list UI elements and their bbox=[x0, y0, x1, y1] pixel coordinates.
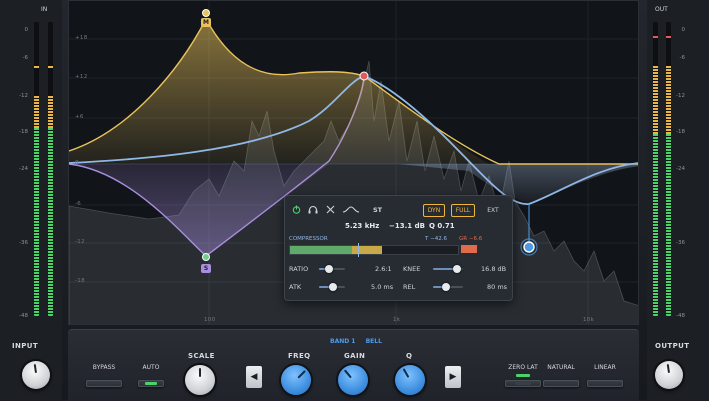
headphones-icon[interactable] bbox=[308, 205, 318, 214]
knee-label: KNEE bbox=[403, 265, 421, 273]
ratio-value[interactable]: 2.6:1 bbox=[375, 265, 392, 273]
q-knob-label: Q bbox=[406, 352, 413, 360]
bypass-label: BYPASS bbox=[92, 364, 116, 371]
ratio-slider[interactable] bbox=[319, 265, 345, 273]
prev-band-button[interactable]: ◀ bbox=[246, 366, 262, 388]
zero-latency-button[interactable] bbox=[505, 380, 541, 387]
compressor-label: COMPRESSOR bbox=[289, 236, 328, 242]
db-label-12: +12 bbox=[75, 74, 88, 80]
in-scale-18: -18 bbox=[19, 129, 28, 135]
gain-knob-label: GAIN bbox=[344, 352, 366, 360]
input-knob-label: INPUT bbox=[12, 342, 39, 350]
attack-slider[interactable] bbox=[319, 283, 345, 291]
out-scale-12: -12 bbox=[676, 93, 685, 99]
full-mode-button[interactable]: FULL bbox=[451, 204, 475, 217]
output-meter-bar-left bbox=[653, 22, 658, 316]
output-knob-label: OUTPUT bbox=[655, 342, 690, 350]
band-control-panel: BAND 1 BELL BYPASS AUTO SCALE ◀ FREQ GAI… bbox=[68, 329, 639, 401]
band-node-selected[interactable] bbox=[523, 241, 535, 253]
band-title-number: BAND 1 bbox=[330, 338, 356, 345]
band-node-red[interactable] bbox=[359, 71, 369, 81]
knee-value[interactable]: 16.8 dB bbox=[481, 265, 506, 273]
next-band-button[interactable]: ▶ bbox=[445, 366, 461, 388]
band-node-s[interactable] bbox=[202, 253, 210, 261]
zero-latency-indicator bbox=[516, 374, 530, 377]
chevron-left-icon: ◀ bbox=[250, 372, 258, 382]
auto-label: AUTO bbox=[142, 364, 160, 371]
in-scale-6: -6 bbox=[22, 55, 28, 61]
in-scale-0: 0 bbox=[24, 27, 29, 33]
in-scale-36: -36 bbox=[19, 240, 28, 246]
linear-phase-label: LINEAR bbox=[594, 364, 616, 371]
dyn-mode-button[interactable]: DYN bbox=[423, 204, 445, 217]
q-knob[interactable] bbox=[395, 365, 425, 395]
freq-knob[interactable] bbox=[281, 365, 311, 395]
in-scale-24: -24 bbox=[19, 166, 28, 172]
natural-phase-label: NATURAL bbox=[547, 364, 575, 371]
band-node-m[interactable] bbox=[202, 9, 210, 17]
out-scale-0: 0 bbox=[681, 27, 686, 33]
band-m-fill bbox=[69, 19, 489, 164]
output-meter-section: OUT 0 -6 -12 -18 -24 -36 -48 OUTPUT bbox=[647, 0, 709, 400]
out-scale-6: -6 bbox=[679, 55, 685, 61]
band-title-type: BELL bbox=[365, 338, 382, 345]
power-icon[interactable] bbox=[292, 205, 301, 214]
eq-plugin-window: IN 0 -6 -12 -18 -24 -36 -48 INPUT OUT 0 … bbox=[0, 0, 709, 401]
ext-mode-button[interactable]: EXT bbox=[483, 204, 503, 217]
scale-knob[interactable] bbox=[185, 365, 215, 395]
in-scale-12: -12 bbox=[19, 93, 28, 99]
threshold-readout[interactable]: T −42.6 bbox=[425, 236, 447, 242]
freq-knob-label: FREQ bbox=[288, 352, 311, 360]
gain-knob[interactable] bbox=[338, 365, 368, 395]
input-meter-bar-left bbox=[34, 22, 39, 316]
band-popup: ST DYN FULL EXT 5.23 kHz −13.1 dB Q 0.71… bbox=[284, 195, 513, 301]
out-scale-18: -18 bbox=[676, 129, 685, 135]
band-m-tag[interactable]: M bbox=[201, 18, 211, 27]
out-scale-24: -24 bbox=[676, 166, 685, 172]
linear-phase-button[interactable] bbox=[587, 380, 623, 387]
freq-label-1k: 1k bbox=[393, 317, 401, 323]
band-s-tag[interactable]: S bbox=[201, 264, 211, 273]
out-scale-48: -48 bbox=[676, 313, 685, 319]
freq-label-10k: 10k bbox=[583, 317, 595, 323]
db-label-0: 0 bbox=[75, 160, 79, 166]
natural-phase-button[interactable] bbox=[543, 380, 579, 387]
q-readout[interactable]: Q 0.71 bbox=[429, 222, 455, 230]
compressor-level-meter bbox=[289, 243, 459, 257]
output-meter-title: OUT bbox=[655, 6, 668, 13]
freq-label-100: 100 bbox=[204, 317, 216, 323]
knee-slider[interactable] bbox=[433, 265, 463, 273]
stereo-mode-button[interactable]: ST bbox=[373, 206, 382, 214]
release-label: REL bbox=[403, 283, 416, 291]
db-label-m18: -18 bbox=[75, 278, 85, 284]
gain-reduction-readout: GR −6.6 bbox=[459, 236, 483, 242]
bypass-button[interactable] bbox=[86, 380, 122, 387]
close-icon[interactable] bbox=[326, 205, 335, 214]
out-scale-36: -36 bbox=[676, 240, 685, 246]
db-label-6: +6 bbox=[75, 114, 84, 120]
filter-shape-bell-icon[interactable] bbox=[343, 206, 359, 213]
attack-value[interactable]: 5.0 ms bbox=[371, 283, 393, 291]
output-knob[interactable] bbox=[655, 361, 683, 389]
in-scale-48: -48 bbox=[19, 313, 28, 319]
input-meter-bar-right bbox=[48, 22, 53, 316]
db-label-m6: -6 bbox=[75, 201, 82, 207]
gain-readout[interactable]: −13.1 dB bbox=[389, 222, 425, 230]
release-slider[interactable] bbox=[433, 283, 463, 291]
freq-readout[interactable]: 5.23 kHz bbox=[345, 222, 379, 230]
input-meter-title: IN bbox=[41, 6, 48, 13]
auto-button[interactable] bbox=[138, 380, 164, 387]
db-label-m12: -12 bbox=[75, 239, 85, 245]
gain-reduction-meter bbox=[461, 245, 477, 253]
input-meter-section: IN 0 -6 -12 -18 -24 -36 -48 INPUT bbox=[0, 0, 62, 400]
chevron-right-icon: ▶ bbox=[449, 372, 457, 382]
scale-label: SCALE bbox=[188, 352, 215, 360]
ratio-label: RATIO bbox=[289, 265, 309, 273]
attack-label: ATK bbox=[289, 283, 302, 291]
input-knob[interactable] bbox=[22, 361, 50, 389]
release-value[interactable]: 80 ms bbox=[487, 283, 507, 291]
db-label-18: +18 bbox=[75, 35, 88, 41]
band-title: BAND 1 BELL bbox=[330, 338, 382, 345]
